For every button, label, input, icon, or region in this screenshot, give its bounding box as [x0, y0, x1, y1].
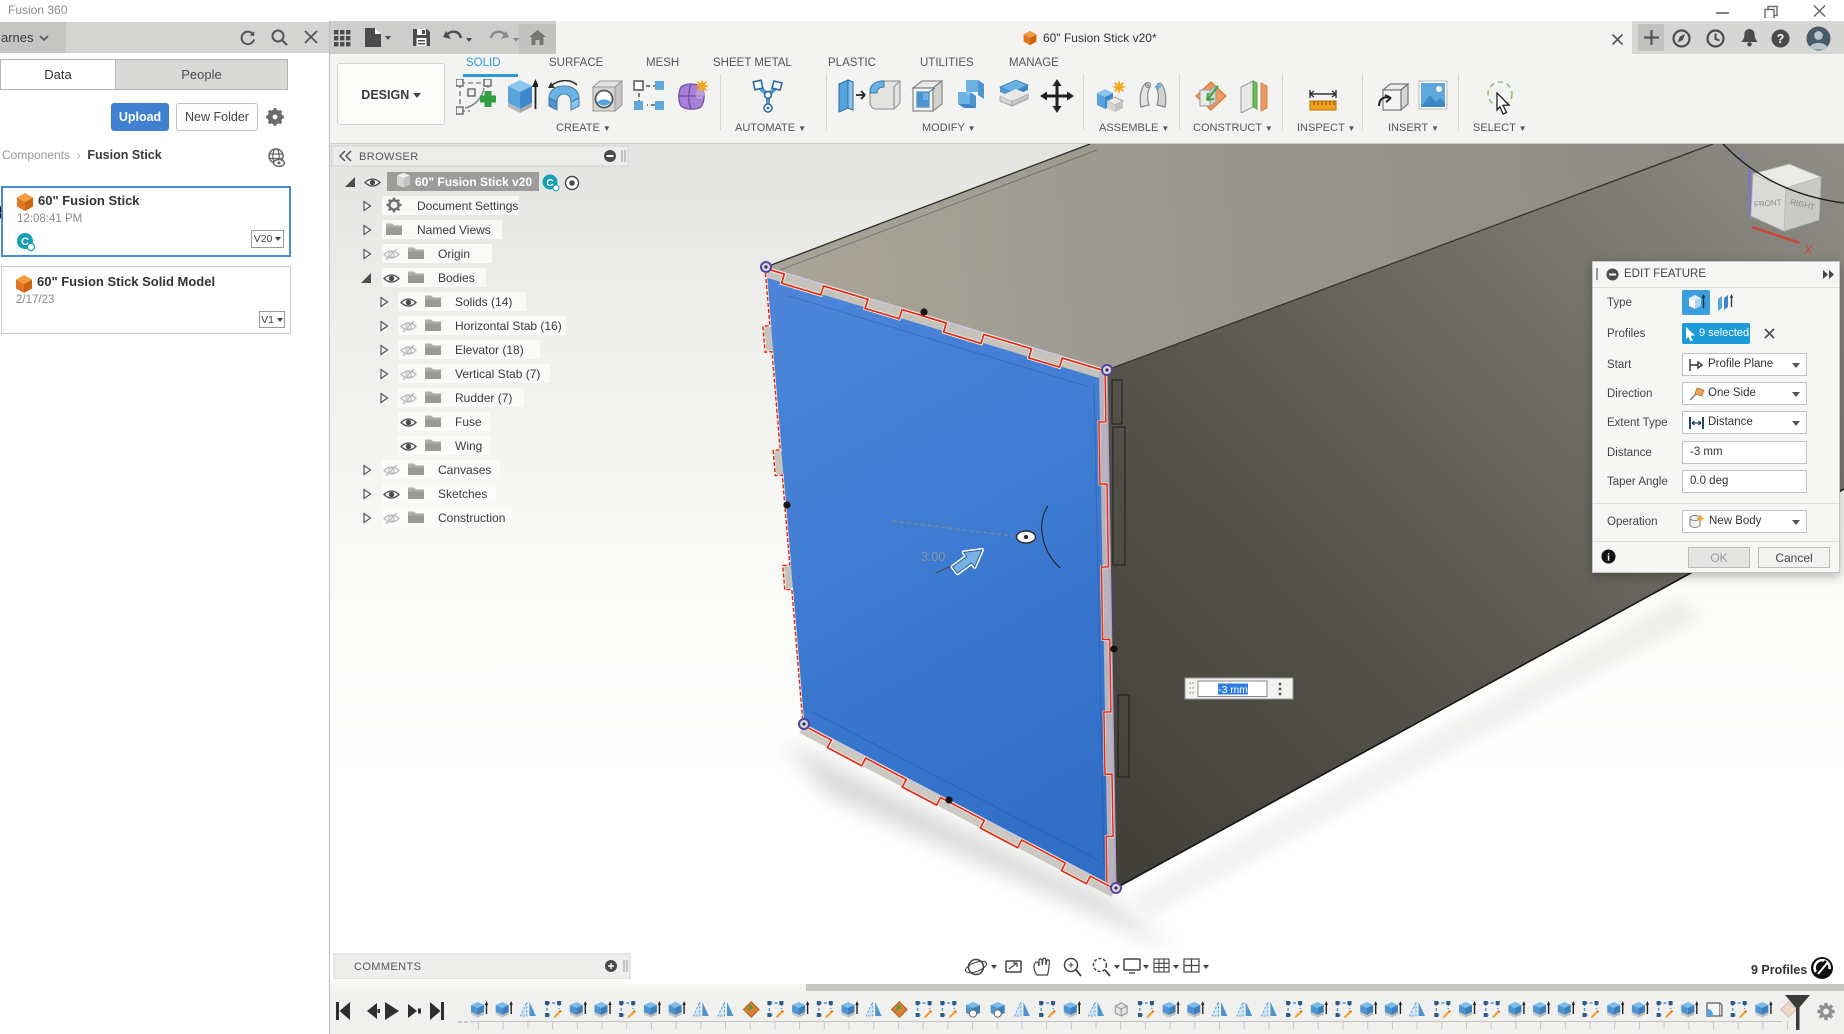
svg-text:i: i	[1607, 553, 1610, 564]
svg-text:60" Fusion Stick v20: 60" Fusion Stick v20	[415, 175, 532, 189]
svg-text:C: C	[546, 178, 553, 189]
svg-text:Elevator (18): Elevator (18)	[455, 343, 524, 357]
svg-text:Rudder (7): Rudder (7)	[455, 391, 512, 405]
svg-text:Bodies: Bodies	[438, 271, 475, 285]
svg-text:Solids (14): Solids (14)	[455, 295, 512, 309]
svg-text:X: X	[1803, 242, 1814, 257]
svg-text:Canvases: Canvases	[438, 463, 491, 477]
svg-text:Named Views: Named Views	[417, 223, 491, 237]
svg-text:COMMENTS: COMMENTS	[354, 961, 421, 973]
svg-text:3.00: 3.00	[921, 550, 945, 564]
svg-text:BROWSER: BROWSER	[359, 151, 419, 163]
svg-text:-3 mm: -3 mm	[1218, 684, 1248, 696]
svg-text:Wing: Wing	[455, 439, 482, 453]
svg-text:Origin: Origin	[438, 247, 470, 261]
svg-text:?: ?	[1777, 32, 1785, 46]
svg-text:Horizontal Stab (16): Horizontal Stab (16)	[455, 319, 562, 333]
svg-text:9 Profiles: 9 Profiles	[1751, 963, 1807, 977]
svg-text:Sketches: Sketches	[438, 487, 487, 501]
svg-text:Document Settings: Document Settings	[417, 199, 518, 213]
svg-text:Fuse: Fuse	[455, 415, 482, 429]
svg-text:Construction: Construction	[438, 511, 505, 525]
svg-text:Vertical Stab (7): Vertical Stab (7)	[455, 367, 540, 381]
